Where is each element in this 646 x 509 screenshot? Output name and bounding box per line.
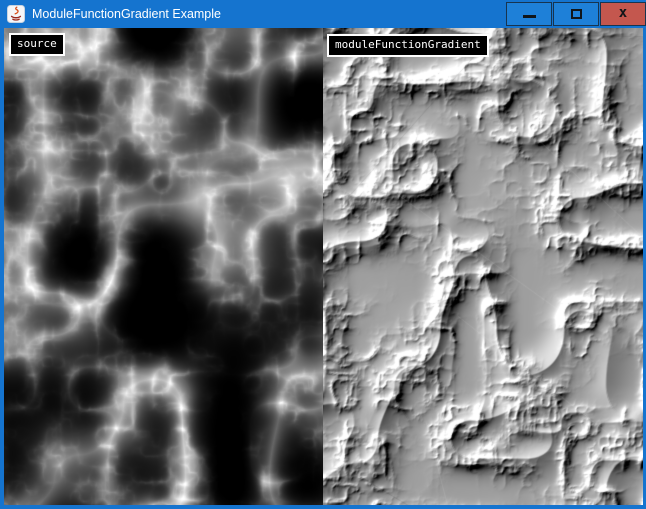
maximize-button[interactable] <box>553 2 599 26</box>
gradient-image <box>323 28 643 505</box>
minimize-button[interactable] <box>506 2 552 26</box>
gradient-label: moduleFunctionGradient <box>327 34 489 57</box>
titlebar[interactable]: ModuleFunctionGradient Example x <box>0 0 646 28</box>
source-panel: source <box>4 28 323 505</box>
window-controls: x <box>505 2 646 26</box>
source-label: source <box>9 33 65 56</box>
close-icon: x <box>619 6 627 20</box>
source-image <box>4 28 323 505</box>
image-area: source moduleFunctionGradient <box>0 28 646 509</box>
close-button[interactable]: x <box>600 2 646 26</box>
window-title: ModuleFunctionGradient Example <box>32 7 505 21</box>
minimize-icon <box>523 15 536 18</box>
app-window: ModuleFunctionGradient Example x source … <box>0 0 646 509</box>
gradient-panel: moduleFunctionGradient <box>323 28 643 505</box>
maximize-icon <box>571 9 582 19</box>
java-cup-icon <box>7 5 25 23</box>
